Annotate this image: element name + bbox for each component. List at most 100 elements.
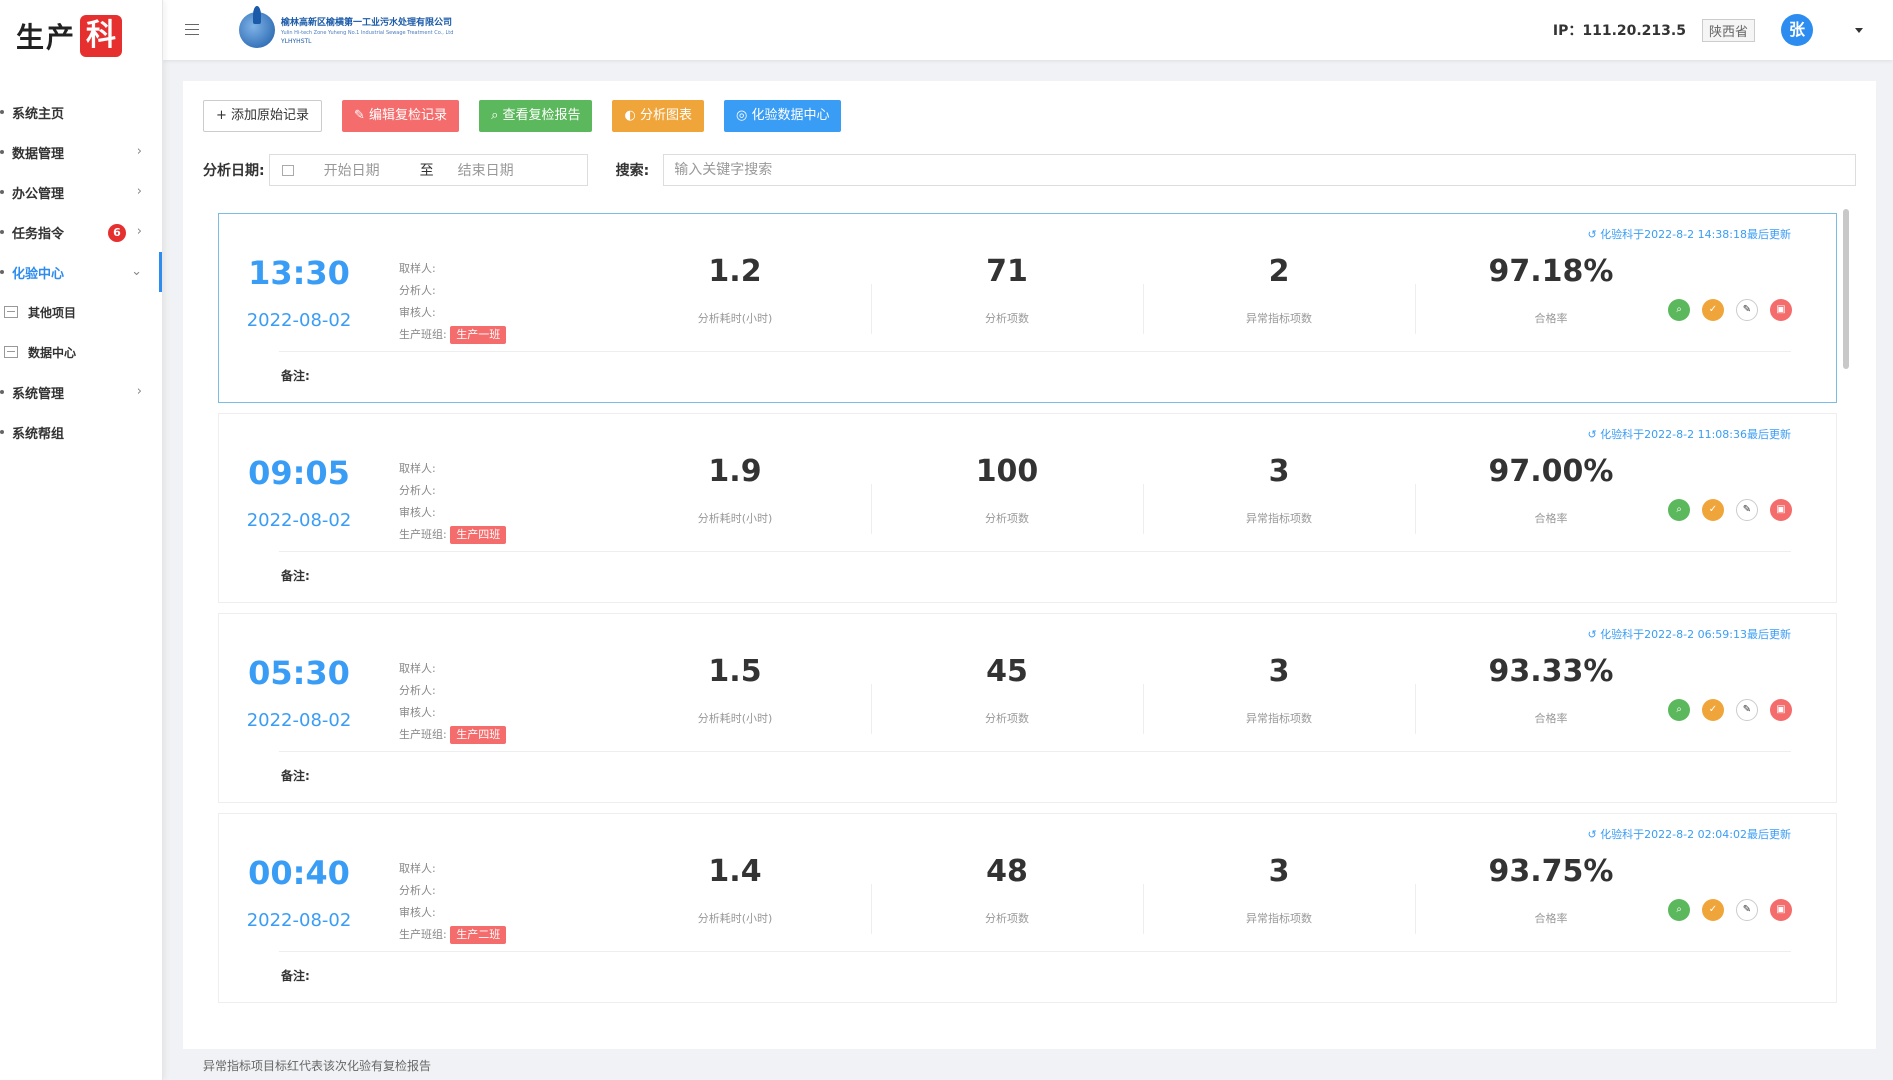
sidebar-item-label: 化验中心: [12, 266, 65, 282]
view-recheck-report-button[interactable]: ⌕ 查看复检报告: [479, 100, 593, 132]
sidebar-item-tasks[interactable]: 任务指令 6 ›: [0, 212, 162, 252]
record-card[interactable]: ↺ 化验科于2022-8-2 06:59:13最后更新 05:30 2022-0…: [218, 613, 1837, 803]
duration-metric: 1.5 分析耗时(小时): [599, 650, 871, 726]
sidebar-item-label: 办公管理: [12, 186, 65, 202]
sidebar-subitem-label: 其他项目: [28, 305, 77, 320]
reviewer-label: 审核人:: [399, 706, 436, 719]
view-icon[interactable]: ⌕: [1668, 299, 1690, 321]
header-right: IP：111.20.213.5 陕西省 张: [1553, 14, 1863, 46]
caret-down-icon[interactable]: [1855, 27, 1863, 33]
last-updated: ↺ 化验科于2022-8-2 06:59:13最后更新: [1587, 628, 1791, 641]
scrollbar[interactable]: [1843, 209, 1849, 369]
shift-badge: 生产一班: [450, 326, 507, 344]
abnormal-label: 异常指标项数: [1246, 312, 1312, 325]
sidebar-item-help[interactable]: 系统帮组: [0, 412, 162, 452]
view-icon[interactable]: ⌕: [1668, 699, 1690, 721]
card-divider: [279, 951, 1791, 952]
sidebar-item-home[interactable]: 系统主页: [0, 92, 162, 132]
abnormal-metric: 3 异常指标项数: [1143, 850, 1415, 926]
logo-company-name: 榆林高新区榆横第一工业污水处理有限公司: [281, 18, 453, 28]
lab-data-center-button[interactable]: ◎ 化验数据中心: [723, 100, 842, 132]
pass-rate-metric: 93.33% 合格率: [1415, 650, 1687, 726]
items-metric: 45 分析项数: [871, 650, 1143, 726]
recheck-icon[interactable]: ✓: [1702, 699, 1724, 721]
items-metric: 100 分析项数: [871, 450, 1143, 526]
analysis-chart-button[interactable]: ◐ 分析图表: [612, 100, 704, 132]
sidebar-item-data-management[interactable]: 数据管理 ›: [0, 132, 162, 172]
top-header: 榆林高新区榆横第一工业污水处理有限公司 Yulin Hi-tech Zone Y…: [163, 0, 1893, 60]
abnormal-metric: 2 异常指标项数: [1143, 250, 1415, 326]
abnormal-label: 异常指标项数: [1246, 512, 1312, 525]
duration-value: 1.2: [708, 254, 762, 289]
start-date-input[interactable]: 开始日期: [324, 160, 380, 180]
edit-recheck-button[interactable]: ✎ 编辑复检记录: [342, 100, 460, 132]
record-people: 取样人: 分析人: 审核人: 生产班组: 生产一班: [399, 258, 507, 346]
items-value: 45: [986, 654, 1028, 689]
record-card[interactable]: ↺ 化验科于2022-8-2 02:04:02最后更新 00:40 2022-0…: [218, 813, 1837, 1003]
user-avatar[interactable]: 张: [1781, 14, 1813, 46]
sidebar-item-label: 任务指令: [12, 226, 65, 242]
sidebar-item-label: 数据管理: [12, 146, 65, 162]
sidebar-item-system-management[interactable]: 系统管理 ›: [0, 372, 162, 412]
brand-logo: 生产 科: [0, 0, 162, 72]
delete-icon[interactable]: ▣: [1770, 699, 1792, 721]
record-actions: ⌕ ✓ ✎ ▣: [1656, 699, 1792, 721]
sidebar: 生产 科 系统主页 数据管理 › 办公管理 › 任务指令 6 › 化验中心 ⌄: [0, 0, 163, 1080]
sidebar-subitem-other-projects[interactable]: 其他项目: [0, 292, 162, 332]
edit-icon[interactable]: ✎: [1736, 299, 1758, 321]
bullet-icon: [0, 390, 4, 394]
search-input[interactable]: 输入关键字搜索: [663, 154, 1856, 186]
view-icon[interactable]: ⌕: [1668, 499, 1690, 521]
search-label: 搜索:: [615, 163, 650, 179]
logo-company-name-en: Yulin Hi-tech Zone Yuheng No.1 Industria…: [281, 30, 454, 36]
edit-icon[interactable]: ✎: [1736, 699, 1758, 721]
duration-metric: 1.4 分析耗时(小时): [599, 850, 871, 926]
pass-rate-metric: 97.00% 合格率: [1415, 450, 1687, 526]
sidebar-menu: 系统主页 数据管理 › 办公管理 › 任务指令 6 › 化验中心 ⌄ 其他项目: [0, 92, 162, 452]
note-label: 备注:: [281, 769, 310, 783]
pass-rate-value: 93.75%: [1488, 854, 1614, 889]
sidebar-subitem-data-center[interactable]: 数据中心: [0, 332, 162, 372]
sidebar-item-lab-center[interactable]: 化验中心 ⌄: [0, 252, 162, 292]
delete-icon[interactable]: ▣: [1770, 499, 1792, 521]
record-time: 13:30: [248, 254, 350, 292]
date-range-picker[interactable]: 开始日期 至 结束日期: [268, 154, 588, 186]
ip-address: IP：111.20.213.5: [1552, 23, 1686, 39]
sampler-label: 取样人:: [399, 462, 436, 475]
reviewer-label: 审核人:: [399, 306, 436, 319]
delete-icon[interactable]: ▣: [1770, 899, 1792, 921]
sidebar-item-label: 系统管理: [12, 386, 65, 402]
shift-label: 生产班组:: [399, 928, 447, 941]
items-metric: 71 分析项数: [871, 250, 1143, 326]
abnormal-value: 3: [1268, 854, 1290, 889]
items-value: 100: [975, 454, 1039, 489]
view-icon[interactable]: ⌕: [1668, 899, 1690, 921]
abnormal-label: 异常指标项数: [1246, 712, 1312, 725]
delete-icon[interactable]: ▣: [1770, 299, 1792, 321]
hamburger-icon[interactable]: [185, 24, 199, 36]
table-icon: [4, 306, 18, 318]
edit-icon[interactable]: ✎: [1736, 499, 1758, 521]
recheck-icon[interactable]: ✓: [1702, 499, 1724, 521]
abnormal-metric: 3 异常指标项数: [1143, 450, 1415, 526]
bullet-icon: [0, 110, 4, 114]
record-actions: ⌕ ✓ ✎ ▣: [1656, 499, 1792, 521]
notification-badge: 6: [108, 224, 126, 242]
recheck-icon[interactable]: ✓: [1702, 299, 1724, 321]
record-card[interactable]: ↺ 化验科于2022-8-2 14:38:18最后更新 13:30 2022-0…: [218, 213, 1837, 403]
chevron-right-icon: ›: [136, 184, 142, 199]
end-date-input[interactable]: 结束日期: [458, 160, 514, 180]
record-card[interactable]: ↺ 化验科于2022-8-2 11:08:36最后更新 09:05 2022-0…: [218, 413, 1837, 603]
duration-metric: 1.2 分析耗时(小时): [599, 250, 871, 326]
add-record-button[interactable]: + 添加原始记录: [203, 100, 323, 132]
reviewer-label: 审核人:: [399, 906, 436, 919]
edit-icon[interactable]: ✎: [1736, 899, 1758, 921]
pass-rate-value: 93.33%: [1488, 654, 1614, 689]
pass-rate-metric: 93.75% 合格率: [1415, 850, 1687, 926]
abnormal-label: 异常指标项数: [1246, 912, 1312, 925]
record-date: 2022-08-02: [246, 910, 352, 931]
recheck-icon[interactable]: ✓: [1702, 899, 1724, 921]
record-date: 2022-08-02: [246, 510, 352, 531]
sidebar-item-office-management[interactable]: 办公管理 ›: [0, 172, 162, 212]
brand-badge: 科: [80, 15, 123, 57]
